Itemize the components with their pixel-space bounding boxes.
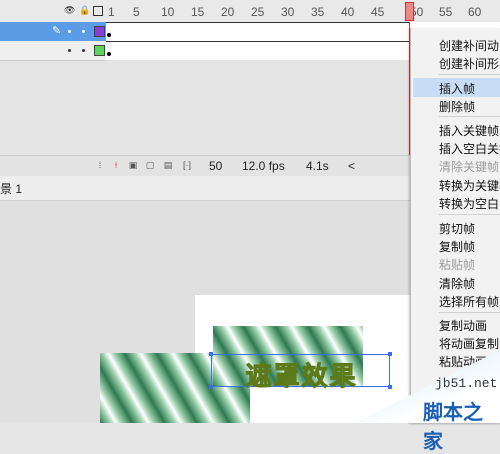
menu-item-create-shape-tween[interactable]: 创建补间形状 [439, 55, 500, 72]
menu-item-clear-frames[interactable]: 清除帧 [439, 275, 475, 292]
center-frame-icon[interactable]: ⍿ [111, 160, 121, 170]
menu-item-paste-frames: 粘贴帧 [439, 258, 476, 272]
ruler-tick: 35 [311, 5, 325, 19]
selection-handle[interactable] [209, 352, 213, 356]
watermark-logo: 脚本之家 [423, 400, 483, 453]
ruler-tick: 55 [439, 5, 453, 19]
menu-item-select-all-frames[interactable]: 选择所有帧 [439, 293, 499, 310]
lock-icon[interactable]: 🔒 [79, 5, 90, 15]
ruler-tick: 1 [108, 5, 115, 19]
ruler-tick: 60 [468, 5, 482, 19]
scroll-left-button[interactable]: < [348, 159, 355, 173]
ruler-tick: 5 [133, 5, 140, 19]
menu-item-convert-to-keyframe[interactable]: 转换为关键帧 [439, 177, 500, 194]
outline-icon[interactable] [93, 6, 103, 16]
watermark-url: jb51.net [435, 376, 498, 391]
menu-item-insert-keyframe[interactable]: 插入关键帧 [439, 122, 499, 139]
menu-item-convert-to-blank-keyframe[interactable]: 转换为空白关键帧 [439, 195, 500, 212]
layer-panel: 👁 🔒 ✎ [0, 0, 106, 155]
selection-handle[interactable] [209, 385, 213, 389]
menu-item-clear-keyframe: 清除关键帧 [439, 160, 500, 174]
layer-row[interactable] [0, 41, 106, 61]
keyframe[interactable] [107, 33, 111, 37]
menu-item-delete-frame[interactable]: 删除帧 [439, 98, 475, 115]
menu-separator [439, 214, 500, 215]
menu-item-copy-frames[interactable]: 复制帧 [439, 238, 475, 255]
eye-icon[interactable]: 👁 [64, 5, 75, 15]
modify-markers-icon[interactable]: [·] [182, 160, 192, 170]
layer-color-swatch[interactable] [94, 45, 105, 56]
watermark: jb51.net 脚本之家 [355, 350, 500, 453]
menu-separator [439, 116, 500, 117]
layer-row-selected[interactable]: ✎ [0, 22, 106, 41]
frame-span[interactable] [106, 22, 410, 42]
elapsed-time: 4.1s [306, 159, 329, 173]
ruler-tick: 15 [191, 5, 205, 19]
menu-item-insert-frame[interactable]: 插入帧 [439, 80, 475, 97]
ruler-tick: 30 [281, 5, 295, 19]
ruler-tick: 20 [221, 5, 235, 19]
pencil-icon: ✎ [52, 25, 62, 37]
keyframe[interactable] [107, 52, 111, 56]
menu-separator [439, 312, 500, 313]
ruler-tick: 10 [161, 5, 175, 19]
menu-separator [439, 74, 500, 75]
playhead[interactable] [405, 2, 414, 21]
frame-rate[interactable]: 12.0 fps [242, 159, 285, 173]
menu-item-copy-motion[interactable]: 复制动画 [439, 317, 487, 334]
layer-header: 👁 🔒 [0, 0, 106, 22]
onion-outline-icon[interactable]: ▢ [145, 160, 155, 170]
menu-item-create-motion-tween[interactable]: 创建补间动画 [439, 37, 500, 54]
current-frame: 50 [209, 159, 223, 173]
ruler-tick: 40 [341, 5, 355, 19]
menu-item-insert-blank-keyframe[interactable]: 插入空白关键帧 [439, 140, 500, 157]
lock-dot[interactable] [82, 49, 85, 52]
ruler-tick: 45 [371, 5, 385, 19]
frame-ruler[interactable]: 1 5 10 15 20 25 30 35 40 45 50 55 60 [106, 0, 500, 23]
grip-icon: ⁞ [98, 160, 102, 170]
onion-skin-icon[interactable]: ▣ [128, 160, 138, 170]
menu-item-cut-frames[interactable]: 剪切帧 [439, 220, 475, 237]
edit-multiple-frames-icon[interactable]: ▤ [163, 160, 173, 170]
layer-color-swatch[interactable] [94, 26, 105, 37]
scene-label[interactable]: 景 1 [0, 180, 22, 197]
frame-span[interactable] [106, 41, 410, 61]
ruler-tick: 25 [251, 5, 265, 19]
visible-dot[interactable] [68, 49, 71, 52]
visible-dot[interactable] [68, 30, 71, 33]
lock-dot[interactable] [82, 30, 85, 33]
